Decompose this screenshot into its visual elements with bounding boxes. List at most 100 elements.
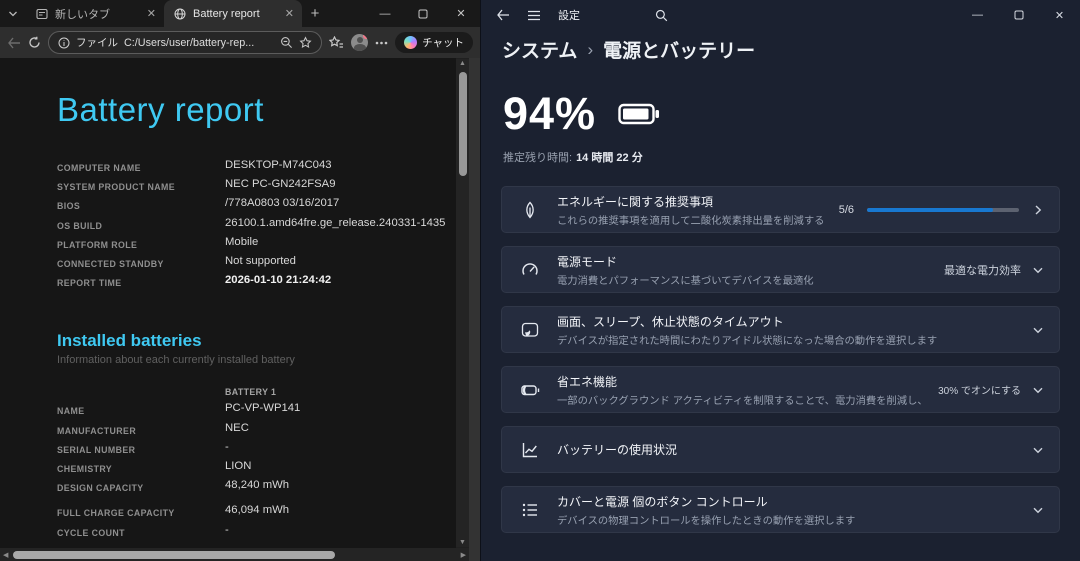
row-value: 48,240 mWh — [225, 479, 290, 492]
info-icon[interactable] — [58, 37, 70, 49]
settings-maximize-button[interactable] — [998, 0, 1039, 30]
vertical-scrollbar[interactable]: ▲ ▼ — [456, 59, 469, 547]
tab-new-tab[interactable]: 新しいタブ ✕ — [26, 0, 164, 27]
settings-card-power-mode[interactable]: 電源モード 電力消費とパフォーマンスに基づいてデバイスを最適化 最適な電力効率 — [501, 246, 1060, 293]
row-label: MANUFACTURER — [57, 425, 137, 436]
breadcrumb: システム › 電源とバッテリー — [481, 30, 1080, 63]
row-value: - — [225, 440, 229, 453]
row-label: CYCLE COUNT — [57, 527, 125, 538]
scroll-right-icon[interactable]: ▶ — [461, 551, 466, 559]
card-title: 電源モード — [557, 254, 618, 269]
row-value: 46,094 mWh — [225, 504, 290, 517]
new-tab-page-icon — [36, 8, 48, 20]
row-label: NAME — [57, 406, 85, 417]
report-row: FULL CHARGE CAPACITY 46,094 mWh — [57, 502, 456, 521]
row-label: COMPUTER NAME — [57, 163, 141, 173]
settings-app-title: 設定 — [558, 10, 580, 22]
row-label: REPORT TIME — [57, 278, 122, 289]
vertical-scrollbar-thumb[interactable] — [458, 72, 467, 176]
profile-avatar[interactable] — [351, 34, 369, 51]
settings-close-button[interactable]: ✕ — [1039, 0, 1080, 30]
installed-batteries-subtitle: Information about each currently install… — [57, 354, 295, 367]
copilot-chat-button[interactable]: チャット — [395, 32, 473, 53]
settings-cards: エネルギーに関する推奨事項 これらの推奨事項を適用して二酸化炭素排出量を削減する 5… — [501, 186, 1060, 533]
recommendations-progress-fill — [867, 207, 994, 212]
browser-close-button[interactable]: ✕ — [442, 0, 480, 27]
settings-card-energy-saver[interactable]: 省エネ機能 一部のバックグラウンド アクティビティを制限することで、電力消費を削減… — [501, 366, 1060, 413]
page-title: 電源とバッテリー — [603, 41, 756, 62]
leaf-icon — [519, 200, 541, 220]
dropdown-value: 30% でオンにする — [938, 386, 1021, 397]
browser-maximize-button[interactable] — [404, 0, 442, 27]
battery-column-header: BATTERY 1 — [225, 387, 277, 398]
zoom-out-icon[interactable] — [280, 36, 293, 49]
settings-back-icon[interactable] — [496, 9, 510, 21]
tab-search-caret-icon[interactable] — [0, 0, 26, 27]
report-row: COMPUTER NAME DESKTOP-M74C043 — [57, 157, 456, 176]
row-label: PLATFORM ROLE — [57, 239, 138, 250]
browser-window-edge — [469, 58, 480, 561]
settings-card-battery-usage[interactable]: バッテリーの使用状況 — [501, 426, 1060, 473]
row-label: CHEMISTRY — [57, 464, 113, 475]
power-mode-dropdown[interactable]: 最適な電力効率 — [944, 262, 1044, 278]
card-title: バッテリーの使用状況 — [557, 443, 678, 457]
battery-usage-icon — [519, 440, 541, 460]
scroll-up-icon[interactable]: ▲ — [456, 60, 469, 67]
horizontal-scrollbar[interactable]: ◀ ▶ — [0, 548, 469, 561]
card-subtitle: 一部のバックグラウンド アクティビティを制限することで、電力消費を削減し、バッテ… — [557, 395, 922, 407]
battery-saver-icon — [519, 380, 541, 400]
settings-card-screen-sleep-timeouts[interactable]: 画面、スリープ、休止状態のタイムアウト デバイスが指定された時間にわたりアイドル状… — [501, 306, 1060, 353]
settings-search-icon[interactable] — [655, 9, 668, 22]
row-label: SERIAL NUMBER — [57, 444, 136, 455]
favorite-star-icon[interactable] — [299, 36, 312, 49]
profile-badge — [363, 34, 369, 39]
battery-status: 94% 推定残り時間: 14 時間 22 分 — [481, 63, 1080, 165]
back-icon[interactable] — [7, 37, 21, 49]
card-title: カバーと電源 個のボタン コントロール — [557, 494, 768, 509]
row-value: 2026-01-10 21:24:42 — [225, 274, 332, 287]
card-subtitle: デバイスの物理コントロールを操作したときの動作を選択します — [557, 515, 856, 527]
hamburger-menu-icon[interactable] — [527, 10, 541, 21]
settings-titlebar: 設定 — ✕ — [481, 0, 1080, 30]
row-label: OS BUILD — [57, 220, 103, 231]
tab-battery-report[interactable]: Battery report ✕ — [164, 0, 302, 27]
row-value: NEC — [225, 421, 249, 434]
report-row: SYSTEM PRODUCT NAME NEC PC-GN242FSA9 — [57, 176, 456, 195]
row-value: DESKTOP-M74C043 — [225, 159, 332, 171]
report-row: PLATFORM ROLE Mobile — [57, 234, 456, 253]
address-bar[interactable]: ファイル C:/Users/user/battery-rep... — [48, 31, 323, 54]
tab-close-icon[interactable]: ✕ — [285, 7, 294, 20]
settings-card-lid-power-button-controls[interactable]: カバーと電源 個のボタン コントロールデバイスの物理コントロールを操作したときの… — [501, 486, 1060, 533]
screen-sleep-icon — [519, 320, 541, 340]
recommendations-progress-bar — [867, 207, 1019, 212]
report-title: Battery report — [57, 91, 264, 128]
row-value: PC-VP-WP141 — [225, 402, 301, 415]
tab-close-icon[interactable]: ✕ — [147, 7, 156, 20]
row-label: BIOS — [57, 201, 81, 212]
browser-minimize-button[interactable]: — — [366, 0, 404, 27]
installed-batteries-title: Installed batteries — [57, 331, 202, 351]
battery-icon — [618, 102, 660, 126]
remaining-time-value: 14 時間 22 分 — [576, 152, 643, 164]
more-menu-icon[interactable] — [375, 41, 388, 45]
scroll-left-icon[interactable]: ◀ — [3, 551, 8, 559]
row-value: Mobile — [225, 235, 259, 248]
row-label: CONNECTED STANDBY — [57, 259, 164, 270]
row-label: SYSTEM PRODUCT NAME — [57, 182, 176, 193]
settings-minimize-button[interactable]: — — [957, 0, 998, 30]
card-title: エネルギーに関する推奨事項 — [557, 194, 714, 209]
horizontal-scrollbar-thumb[interactable] — [13, 550, 335, 559]
favorites-hub-icon[interactable] — [329, 36, 344, 49]
breadcrumb-system[interactable]: システム — [502, 36, 577, 63]
row-value: 26100.1.amd64fre.ge_release.240331-1435 — [225, 216, 446, 229]
browser-toolbar: ファイル C:/Users/user/battery-rep... チャット — [0, 27, 480, 58]
scroll-down-icon[interactable]: ▼ — [456, 539, 469, 546]
settings-window: 設定 — ✕ システム › 電源とバッテリー 94% 推定残り時間: 14 時間 … — [480, 0, 1080, 561]
energy-saver-dropdown[interactable]: 30% でオンにする — [938, 382, 1044, 397]
new-tab-button[interactable]: + — [302, 0, 328, 27]
refresh-icon[interactable] — [28, 36, 41, 49]
row-value: - — [225, 523, 229, 536]
settings-card-energy-recommendations[interactable]: エネルギーに関する推奨事項 これらの推奨事項を適用して二酸化炭素排出量を削減する 5… — [501, 186, 1060, 233]
row-value: /778A0803 03/16/2017 — [225, 197, 340, 210]
address-url: C:/Users/user/battery-rep... — [124, 36, 255, 49]
